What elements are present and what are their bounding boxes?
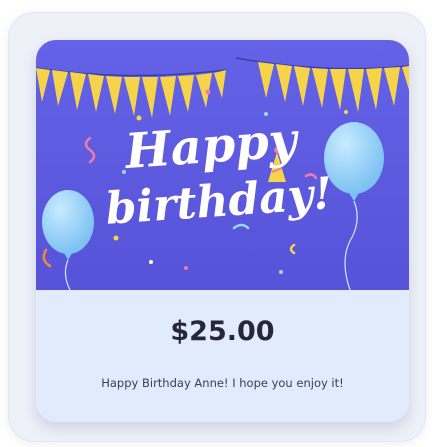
gift-message: Happy Birthday Anne! I hope you enjoy it… (101, 376, 344, 390)
gift-amount: $25.00 (170, 316, 275, 347)
card-details: $25.00 Happy Birthday Anne! I hope you e… (36, 290, 409, 422)
birthday-card-image: Happy birthday! (36, 40, 409, 290)
gift-card[interactable]: Happy birthday! $25.00 Happy Birthday An… (36, 40, 409, 422)
